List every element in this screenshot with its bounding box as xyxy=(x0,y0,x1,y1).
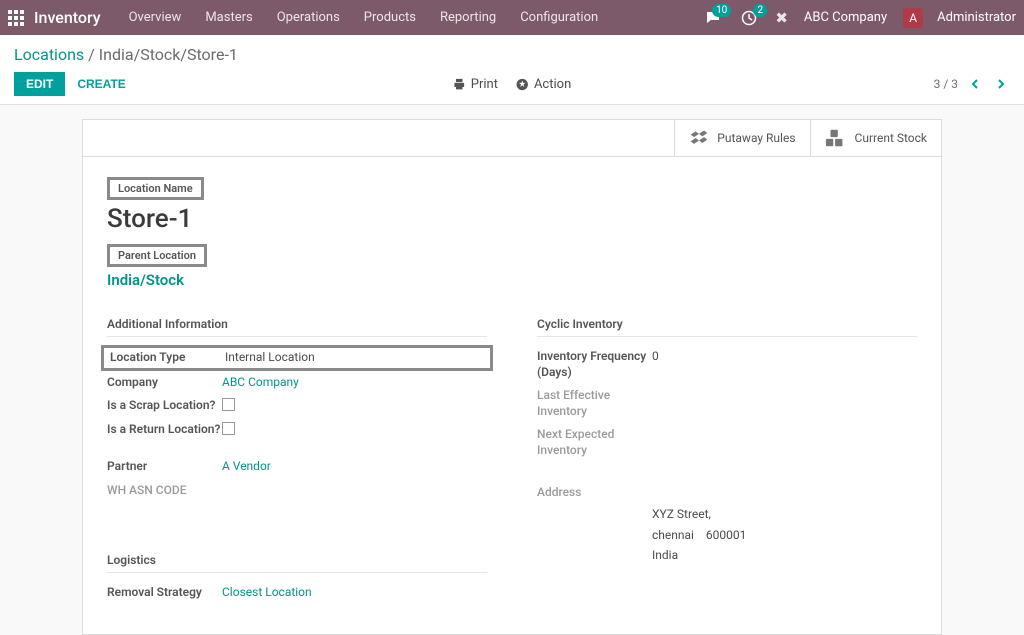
menu-operations[interactable]: Operations xyxy=(267,4,350,31)
removal-strategy-label: Removal Strategy xyxy=(107,585,222,601)
menu-products[interactable]: Products xyxy=(354,4,426,31)
user-menu[interactable]: Administrator xyxy=(937,10,1016,25)
freq-label: Inventory Frequency (Days) xyxy=(537,349,652,380)
partner-label: Partner xyxy=(107,459,222,475)
scrap-checkbox[interactable] xyxy=(222,398,235,411)
edit-button[interactable]: EDIT xyxy=(14,72,65,96)
address-label: Address xyxy=(537,485,652,501)
removal-strategy-value[interactable]: Closest Location xyxy=(222,585,312,599)
last-inventory-label: Last Effective Inventory xyxy=(537,388,652,419)
print-button[interactable]: Print xyxy=(453,77,498,92)
cyclic-header: Cyclic Inventory xyxy=(537,317,917,337)
partner-value[interactable]: A Vendor xyxy=(222,459,271,473)
create-button[interactable]: CREATE xyxy=(77,77,125,91)
scrap-label: Is a Scrap Location? xyxy=(107,398,222,414)
asn-label: WH ASN CODE xyxy=(107,483,222,499)
breadcrumb-current: India/Stock/Store-1 xyxy=(99,45,238,64)
apps-icon[interactable] xyxy=(8,10,24,26)
messages-badge: 10 xyxy=(712,4,731,17)
putaway-rules-button[interactable]: Putaway Rules xyxy=(674,120,809,156)
breadcrumb-root[interactable]: Locations xyxy=(14,45,84,64)
freq-value: 0 xyxy=(652,349,659,363)
menu-overview[interactable]: Overview xyxy=(119,4,192,31)
messages-icon[interactable]: 10 xyxy=(705,10,721,26)
additional-info-header: Additional Information xyxy=(107,317,487,337)
company-selector[interactable]: ABC Company xyxy=(804,10,887,25)
parent-location-value[interactable]: India/Stock xyxy=(107,271,184,289)
pager-prev[interactable] xyxy=(966,75,984,93)
activities-icon[interactable]: 2 xyxy=(741,10,757,26)
location-name-value: Store-1 xyxy=(107,204,917,234)
pager-text: 3 / 3 xyxy=(934,77,958,91)
menu-masters[interactable]: Masters xyxy=(195,4,262,31)
breadcrumb: Locations / India/Stock/Store-1 xyxy=(14,45,1010,64)
menu-reporting[interactable]: Reporting xyxy=(430,4,506,31)
company-value[interactable]: ABC Company xyxy=(222,375,299,389)
location-name-label: Location Name xyxy=(107,177,204,200)
logistics-header: Logistics xyxy=(107,553,487,573)
location-type-label: Location Type xyxy=(110,350,225,366)
app-name[interactable]: Inventory xyxy=(34,8,101,27)
action-button[interactable]: Action xyxy=(516,77,571,92)
avatar: A xyxy=(903,8,923,28)
parent-location-label: Parent Location xyxy=(107,244,207,267)
current-stock-button[interactable]: Current Stock xyxy=(810,120,941,156)
pager-next[interactable] xyxy=(992,75,1010,93)
next-inventory-label: Next Expected Inventory xyxy=(537,427,652,458)
menu-configuration[interactable]: Configuration xyxy=(510,4,608,31)
activities-badge: 2 xyxy=(753,4,767,17)
return-checkbox[interactable] xyxy=(222,422,235,435)
address-block: XYZ Street, chennai 600001 India xyxy=(652,504,917,565)
debug-icon[interactable]: ✖ xyxy=(775,9,788,27)
return-label: Is a Return Location? xyxy=(107,422,222,438)
company-label: Company xyxy=(107,375,222,391)
location-type-value: Internal Location xyxy=(225,350,315,364)
